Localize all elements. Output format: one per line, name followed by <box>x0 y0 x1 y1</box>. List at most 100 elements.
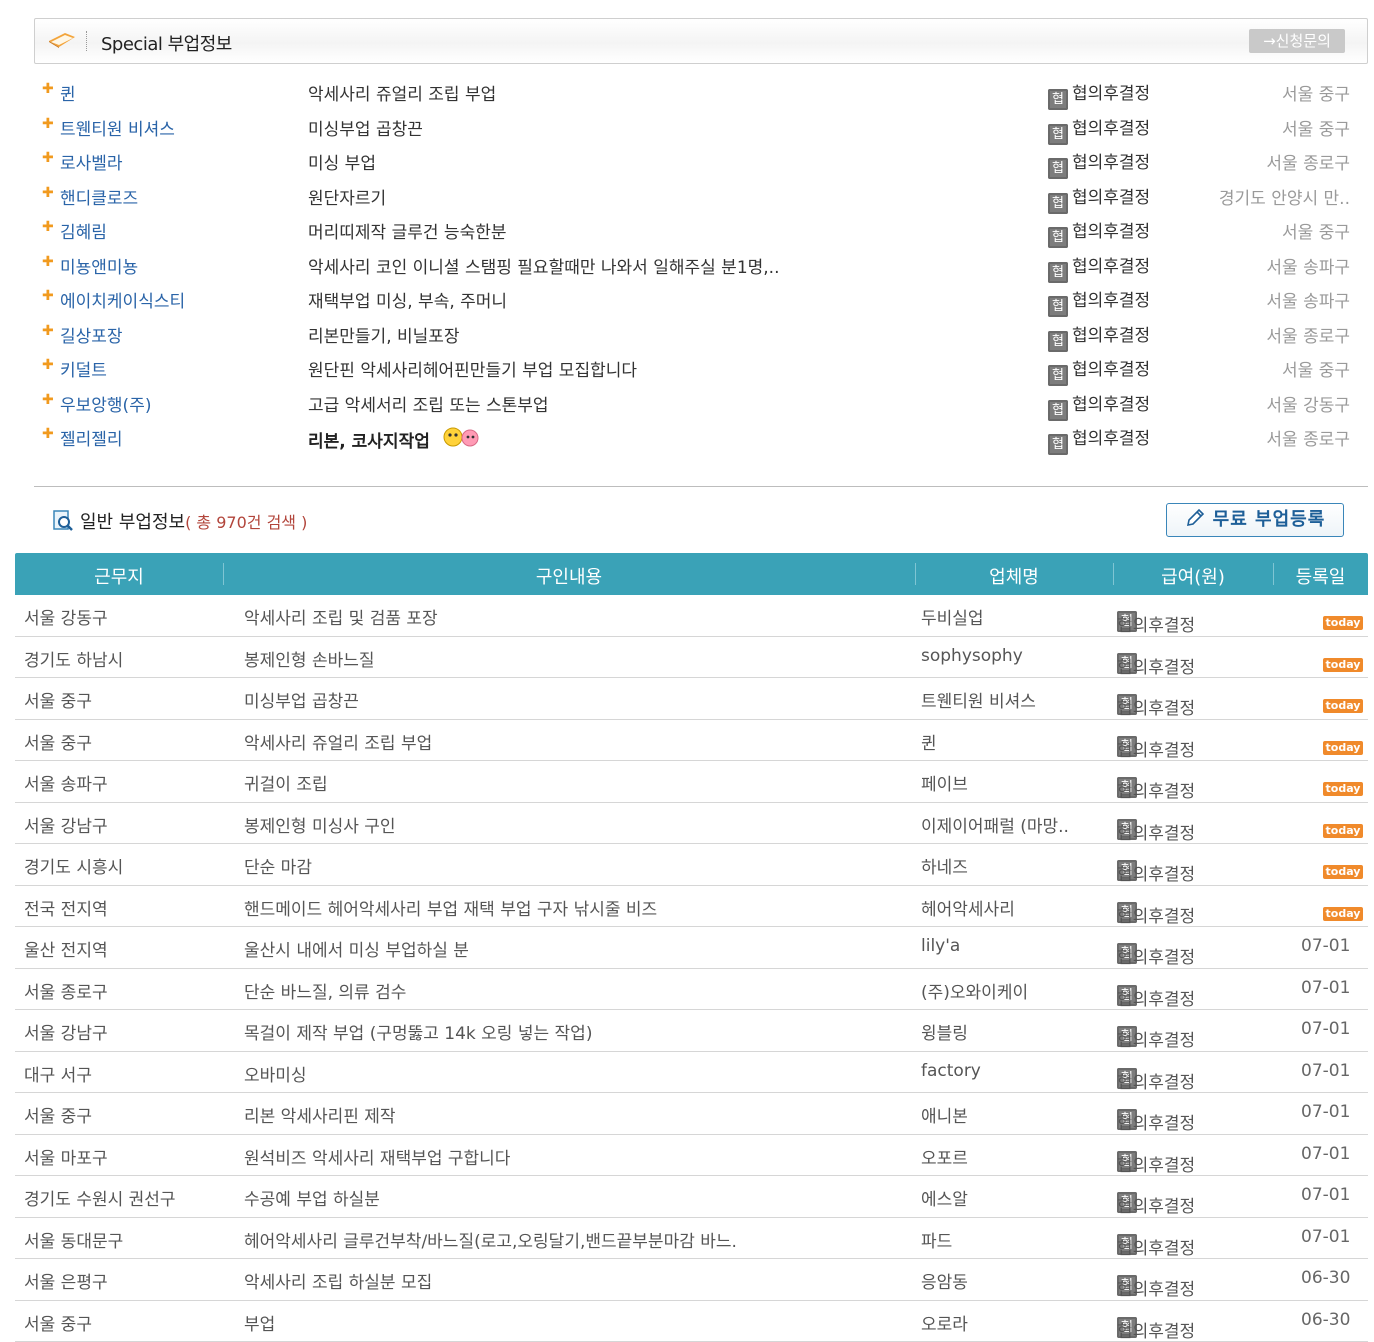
pay-text: 협의후결정 <box>1117 860 1195 885</box>
special-row[interactable]: ✚키덜트원단핀 악세사리헤어핀만들기 부업 모집합니다협협의후결정서울 중구 <box>40 350 1360 385</box>
special-row[interactable]: ✚퀸악세사리 쥬얼리 조립 부업협협의후결정서울 중구 <box>40 74 1360 109</box>
special-row[interactable]: ✚로사벨라미싱 부업협협의후결정서울 종로구 <box>40 143 1360 178</box>
table-row[interactable]: 경기도 하남시봉제인형 손바느질sophysophy협협의후결정today <box>15 637 1368 679</box>
pay-text: 협의후결정 <box>1117 1109 1195 1134</box>
location-cell: 경기도 시흥시 <box>24 853 123 878</box>
plus-bullet-icon: ✚ <box>42 392 54 408</box>
negotiable-badge-icon: 협 <box>1048 89 1068 110</box>
company-cell: 이제이어패럴 (마망.. <box>921 812 1069 837</box>
job-title-text: 리본만들기, 비닐포장 <box>308 327 460 347</box>
table-row[interactable]: 서울 송파구귀걸이 조립페이브협협의후결정today <box>15 761 1368 803</box>
job-title-link[interactable]: 핸드메이드 헤어악세사리 부업 재택 부업 구자 낚시줄 비즈 <box>244 895 657 920</box>
location-cell: 울산 전지역 <box>24 936 108 961</box>
table-row[interactable]: 울산 전지역울산시 내에서 미싱 부업하실 분lily'a협협의후결정07-01 <box>15 927 1368 969</box>
special-row[interactable]: ✚길상포장리본만들기, 비닐포장협협의후결정서울 종로구 <box>40 316 1360 351</box>
job-title-link[interactable]: 미싱 부업 <box>308 149 376 174</box>
table-row[interactable]: 서울 중구리본 악세사리핀 제작애니본협협의후결정07-01 <box>15 1093 1368 1135</box>
job-title-link[interactable]: 목걸이 제작 부업 (구멍뚫고 14k 오링 넣는 작업) <box>244 1019 592 1044</box>
job-title-link[interactable]: 리본, 코사지작업 <box>308 425 482 452</box>
job-title-link[interactable]: 악세사리 쥬얼리 조립 부업 <box>244 729 432 754</box>
company-link[interactable]: 트웬티원 비셔스 <box>60 115 175 140</box>
job-title-link[interactable]: 리본만들기, 비닐포장 <box>308 322 460 347</box>
company-cell: 하네즈 <box>921 853 968 878</box>
job-title-link[interactable]: 악세사리 조립 및 검품 포장 <box>244 604 438 629</box>
location-text: 서울 종로구 <box>1266 149 1350 174</box>
job-title-link[interactable]: 헤어악세사리 글루건부착/바느질(로고,오링달기,밴드끝부분마감 바느. <box>244 1227 737 1252</box>
job-title-link[interactable]: 재택부업 미싱, 부속, 주머니 <box>308 287 507 312</box>
special-row[interactable]: ✚미뇽앤미뇽악세사리 코인 이니셜 스탬핑 필요할때만 나와서 일해주실 분1명… <box>40 247 1360 282</box>
company-cell: 오포르 <box>921 1144 968 1169</box>
table-row[interactable]: 대구 서구오바미싱factory협협의후결정07-01 <box>15 1052 1368 1094</box>
job-title-link[interactable]: 원단자르기 <box>308 184 386 209</box>
special-row[interactable]: ✚핸디클로즈원단자르기협협의후결정경기도 안양시 만.. <box>40 178 1360 213</box>
company-cell: (주)오와이케이 <box>921 978 1028 1003</box>
job-title-link[interactable]: 단순 마감 <box>244 853 312 878</box>
job-title-link[interactable]: 봉제인형 손바느질 <box>244 646 375 671</box>
job-title-link[interactable]: 악세사리 쥬얼리 조립 부업 <box>308 80 496 105</box>
table-row[interactable]: 서울 중구미싱부업 곱창끈트웬티원 비셔스협협의후결정today <box>15 678 1368 720</box>
company-link[interactable]: 에이치케이식스티 <box>60 287 185 312</box>
table-row[interactable]: 서울 마포구원석비즈 악세사리 재택부업 구합니다오포르협협의후결정07-01 <box>15 1135 1368 1177</box>
table-body: 서울 강동구악세사리 조립 및 검품 포장두비실업협협의후결정today경기도 … <box>15 595 1368 1342</box>
header-date: 등록일 <box>1273 563 1368 589</box>
job-title-link[interactable]: 원석비즈 악세사리 재택부업 구합니다 <box>244 1144 510 1169</box>
company-cell: 페이브 <box>921 770 968 795</box>
job-title-link[interactable]: 리본 악세사리핀 제작 <box>244 1102 396 1127</box>
table-row[interactable]: 서울 강동구악세사리 조립 및 검품 포장두비실업협협의후결정today <box>15 595 1368 637</box>
pay-text: 협의후결정 <box>1072 153 1150 173</box>
location-text: 경기도 안양시 만.. <box>1219 184 1350 209</box>
special-row[interactable]: ✚김혜림머리띠제작 글루건 능숙한분협협의후결정서울 중구 <box>40 212 1360 247</box>
special-row[interactable]: ✚트웬티원 비셔스미싱부업 곱창끈협협의후결정서울 중구 <box>40 109 1360 144</box>
company-link[interactable]: 젤리젤리 <box>60 425 123 450</box>
table-row[interactable]: 서울 동대문구헤어악세사리 글루건부착/바느질(로고,오링달기,밴드끝부분마감 … <box>15 1218 1368 1260</box>
table-row[interactable]: 경기도 수원시 권선구수공예 부업 하실분에스알협협의후결정07-01 <box>15 1176 1368 1218</box>
negotiable-badge-icon: 협 <box>1048 331 1068 352</box>
table-row[interactable]: 서울 은평구악세사리 조립 하실분 모집응암동협협의후결정06-30 <box>15 1259 1368 1301</box>
company-link[interactable]: 로사벨라 <box>60 149 123 174</box>
pay-text: 협의후결정 <box>1117 985 1195 1010</box>
pay-text: 협의후결정 <box>1072 395 1150 415</box>
job-title-link[interactable]: 악세사리 코인 이니셜 스탬핑 필요할때만 나와서 일해주실 분1명,.. <box>308 253 780 278</box>
table-row[interactable]: 경기도 시흥시단순 마감하네즈협협의후결정today <box>15 844 1368 886</box>
job-title-link[interactable]: 고급 악세서리 조립 또는 스톤부업 <box>308 391 549 416</box>
location-text: 서울 중구 <box>1282 218 1350 243</box>
job-title-link[interactable]: 울산시 내에서 미싱 부업하실 분 <box>244 936 469 961</box>
company-link[interactable]: 퀸 <box>60 80 76 105</box>
pay-cell: 협협의후결정 <box>1048 424 1150 455</box>
table-row[interactable]: 서울 종로구단순 바느질, 의류 검수(주)오와이케이협협의후결정07-01 <box>15 969 1368 1011</box>
table-row[interactable]: 서울 중구부업오로라협협의후결정06-30 <box>15 1301 1368 1342</box>
job-title-link[interactable]: 오바미싱 <box>244 1061 307 1086</box>
pay-text: 협의후결정 <box>1117 611 1195 636</box>
pay-text: 협의후결정 <box>1117 1275 1195 1300</box>
result-count: ( 총 970건 검색 ) <box>185 513 307 532</box>
table-row[interactable]: 전국 전지역핸드메이드 헤어악세사리 부업 재택 부업 구자 낚시줄 비즈헤어악… <box>15 886 1368 928</box>
job-title-link[interactable]: 악세사리 조립 하실분 모집 <box>244 1268 432 1293</box>
company-link[interactable]: 길상포장 <box>60 322 123 347</box>
company-link[interactable]: 핸디클로즈 <box>60 184 138 209</box>
company-link[interactable]: 미뇽앤미뇽 <box>60 253 138 278</box>
special-row[interactable]: ✚젤리젤리리본, 코사지작업협협의후결정서울 종로구 <box>40 419 1360 454</box>
job-title-link[interactable]: 귀걸이 조립 <box>244 770 328 795</box>
apply-inquiry-button[interactable]: →신청문의 <box>1249 29 1345 53</box>
company-link[interactable]: 김혜림 <box>60 218 107 243</box>
company-link[interactable]: 키덜트 <box>60 356 107 381</box>
pay-text: 협의후결정 <box>1072 222 1150 242</box>
table-row[interactable]: 서울 강남구목걸이 제작 부업 (구멍뚫고 14k 오링 넣는 작업)윙블링협협… <box>15 1010 1368 1052</box>
table-row[interactable]: 서울 강남구봉제인형 미싱사 구인이제이어패럴 (마망..협협의후결정today <box>15 803 1368 845</box>
special-row[interactable]: ✚우보앙행(주)고급 악세서리 조립 또는 스톤부업협협의후결정서울 강동구 <box>40 385 1360 420</box>
date-cell: 07-01 <box>1301 978 1345 998</box>
job-title-link[interactable]: 봉제인형 미싱사 구인 <box>244 812 396 837</box>
job-title-link[interactable]: 원단핀 악세사리헤어핀만들기 부업 모집합니다 <box>308 356 637 381</box>
special-row[interactable]: ✚에이치케이식스티재택부업 미싱, 부속, 주머니협협의후결정서울 송파구 <box>40 281 1360 316</box>
table-row[interactable]: 서울 중구악세사리 쥬얼리 조립 부업퀸협협의후결정today <box>15 720 1368 762</box>
negotiable-badge-icon: 협 <box>1048 296 1068 317</box>
job-title-link[interactable]: 단순 바느질, 의류 검수 <box>244 978 406 1003</box>
job-title-link[interactable]: 머리띠제작 글루건 능숙한분 <box>308 218 507 243</box>
free-register-button[interactable]: 무료 부업등록 <box>1166 503 1344 537</box>
job-title-link[interactable]: 미싱부업 곱창끈 <box>244 687 359 712</box>
job-title-link[interactable]: 수공예 부업 하실분 <box>244 1185 380 1210</box>
job-title-link[interactable]: 부업 <box>244 1310 275 1335</box>
job-title-link[interactable]: 미싱부업 곱창끈 <box>308 115 423 140</box>
company-link[interactable]: 우보앙행(주) <box>60 391 151 416</box>
job-title-text: 머리띠제작 글루건 능숙한분 <box>308 223 507 243</box>
